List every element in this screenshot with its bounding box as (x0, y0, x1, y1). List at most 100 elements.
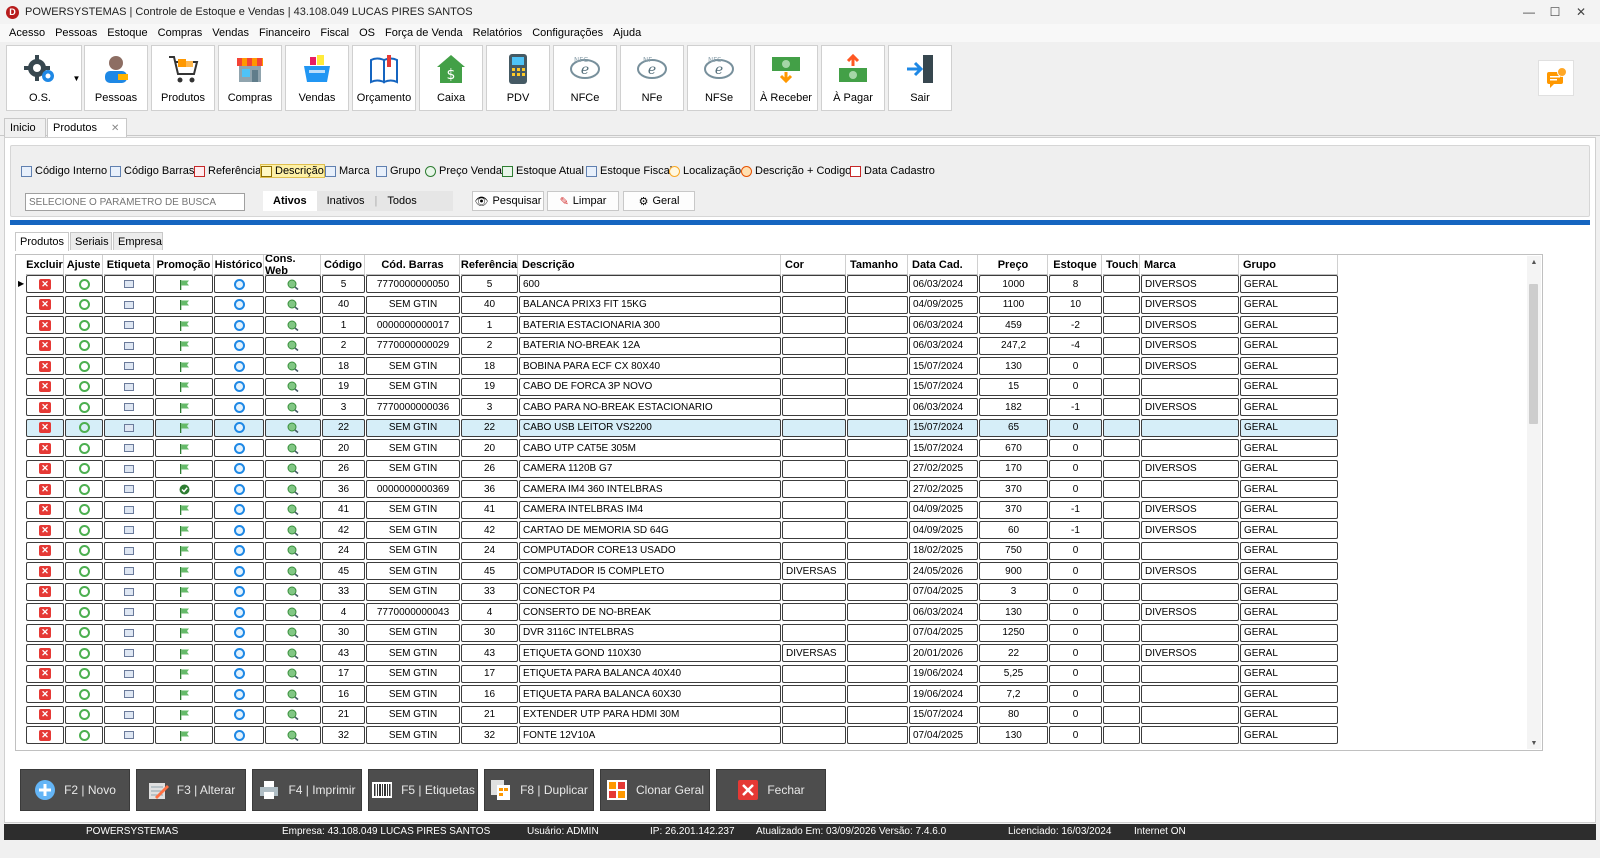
table-row[interactable]: ✕ 21 SEM GTIN 21 EXTENDER UTP PARA HDMI 30M 1… (16, 705, 1356, 725)
cell-promocao[interactable] (155, 603, 213, 621)
cell-historico[interactable] (214, 459, 264, 478)
cell-etiqueta[interactable] (104, 664, 154, 683)
cell-historico[interactable] (214, 398, 264, 416)
table-row[interactable]: ✕ 30 SEM GTIN 30 DVR 3116C INTELBRAS 07/04/20… (16, 623, 1356, 643)
search-option-codigo-barras[interactable]: Código Barras (110, 164, 194, 178)
cell-cons-web[interactable] (265, 377, 321, 396)
cell-historico[interactable] (214, 685, 264, 703)
cell-cons-web[interactable] (265, 459, 321, 478)
cell-cons-web[interactable] (265, 521, 321, 539)
menu-forca-de-venda[interactable]: Força de Venda (380, 27, 468, 39)
column-header-cons-web[interactable]: Cons. Web (265, 255, 321, 277)
menu-vendas[interactable]: Vendas (207, 27, 254, 39)
cell-etiqueta[interactable] (104, 582, 154, 601)
column-header-cor[interactable]: Cor (782, 255, 846, 275)
cell-etiqueta[interactable] (104, 685, 154, 703)
cell-excluir[interactable]: ✕ (26, 664, 64, 683)
cell-etiqueta[interactable] (104, 336, 154, 355)
cell-ajuste[interactable] (65, 439, 103, 457)
search-option-estoque-atual[interactable]: Estoque Atual (502, 164, 584, 178)
clonar-geral-button[interactable]: Clonar Geral (600, 769, 710, 811)
cell-excluir[interactable]: ✕ (26, 439, 64, 457)
limpar-button[interactable]: ✎ Limpar (547, 191, 619, 211)
cell-excluir[interactable]: ✕ (26, 644, 64, 662)
cell-cons-web[interactable] (265, 500, 321, 519)
cell-historico[interactable] (214, 644, 264, 662)
filter-inativos[interactable]: Inativos (317, 195, 375, 207)
cell-etiqueta[interactable] (104, 459, 154, 478)
menu-estoque[interactable]: Estoque (102, 27, 152, 39)
toolbar-os-button[interactable]: O.S. (6, 45, 74, 111)
cell-cons-web[interactable] (265, 623, 321, 642)
cell-ajuste[interactable] (65, 295, 103, 314)
subtab-empresa[interactable]: Empresa (113, 232, 163, 250)
cell-cons-web[interactable] (265, 726, 321, 744)
fechar-button[interactable]: Fechar (716, 769, 826, 811)
table-row[interactable]: ✕ 20 SEM GTIN 20 CABO UTP CAT5E 305M 15/07/20… (16, 438, 1356, 458)
geral-button[interactable]: ⚙ Geral (623, 191, 695, 211)
cell-ajuste[interactable] (65, 316, 103, 334)
cell-promocao[interactable] (155, 480, 213, 498)
search-option-preco-venda[interactable]: Preço Venda (425, 164, 502, 178)
cell-promocao[interactable] (155, 418, 213, 437)
cell-cons-web[interactable] (265, 644, 321, 662)
cell-cons-web[interactable] (265, 541, 321, 560)
column-header-etiqueta[interactable]: Etiqueta (104, 255, 154, 275)
table-row[interactable]: ✕ 36 0000000000369 36 CAMERA IM4 360 INTELBR… (16, 479, 1356, 499)
cell-excluir[interactable]: ✕ (26, 316, 64, 334)
cell-ajuste[interactable] (65, 726, 103, 744)
cell-historico[interactable] (214, 357, 264, 375)
cell-etiqueta[interactable] (104, 480, 154, 498)
cell-cons-web[interactable] (265, 439, 321, 457)
cell-etiqueta[interactable] (104, 316, 154, 334)
cell-promocao[interactable] (155, 357, 213, 375)
close-window-icon[interactable]: ✕ (1570, 3, 1592, 21)
table-row[interactable]: ✕ 41 SEM GTIN 41 CAMERA INTELBRAS IM4 04/09/2… (16, 500, 1356, 520)
cell-cons-web[interactable] (265, 582, 321, 601)
cell-excluir[interactable]: ✕ (26, 500, 64, 519)
cell-promocao[interactable] (155, 439, 213, 457)
cell-cons-web[interactable] (265, 664, 321, 683)
column-header-cod-barras[interactable]: Cód. Barras (366, 255, 460, 275)
cell-promocao[interactable] (155, 398, 213, 416)
cell-cons-web[interactable] (265, 316, 321, 334)
os-dropdown-button[interactable]: ▼ (72, 45, 82, 111)
table-row[interactable]: ✕ 16 SEM GTIN 16 ETIQUETA PARA BALANCA 60X30… (16, 684, 1356, 704)
cell-ajuste[interactable] (65, 480, 103, 498)
search-option-marca[interactable]: Marca (325, 164, 370, 178)
maximize-icon[interactable]: ☐ (1544, 3, 1566, 21)
cell-excluir[interactable]: ✕ (26, 459, 64, 478)
column-header-data-cad[interactable]: Data Cad. (909, 255, 978, 275)
table-row[interactable]: ✕ 1 0000000000017 1 BATERIA ESTACIONARIA 300… (16, 315, 1356, 335)
menu-os[interactable]: OS (354, 27, 380, 39)
cell-ajuste[interactable] (65, 623, 103, 642)
column-header-preco[interactable]: Preço (979, 255, 1048, 275)
cell-ajuste[interactable] (65, 582, 103, 601)
cell-etiqueta[interactable] (104, 541, 154, 560)
cell-cons-web[interactable] (265, 336, 321, 355)
column-header-tamanho[interactable]: Tamanho (847, 255, 908, 275)
cell-promocao[interactable] (155, 377, 213, 396)
menu-acesso[interactable]: Acesso (4, 27, 50, 39)
cell-excluir[interactable]: ✕ (26, 685, 64, 703)
cell-ajuste[interactable] (65, 357, 103, 375)
cell-historico[interactable] (214, 582, 264, 601)
cell-excluir[interactable]: ✕ (26, 295, 64, 314)
column-header-historico[interactable]: Histórico (214, 255, 264, 275)
cell-excluir[interactable]: ✕ (26, 418, 64, 437)
toolbar-produtos-button[interactable]: Produtos (151, 45, 215, 111)
toolbar-pessoas-button[interactable]: Pessoas (84, 45, 148, 111)
cell-etiqueta[interactable] (104, 418, 154, 437)
cell-etiqueta[interactable] (104, 377, 154, 396)
cell-excluir[interactable]: ✕ (26, 521, 64, 539)
cell-etiqueta[interactable] (104, 705, 154, 724)
table-row[interactable]: ✕ 32 SEM GTIN 32 FONTE 12V10A 07/04/2025 130 0 G… (16, 725, 1356, 745)
cell-etiqueta[interactable] (104, 439, 154, 457)
table-row[interactable]: ✕ 24 SEM GTIN 24 COMPUTADOR CORE13 USADO 18/0… (16, 541, 1356, 561)
cell-excluir[interactable]: ✕ (26, 541, 64, 560)
menu-ajuda[interactable]: Ajuda (608, 27, 646, 39)
cell-etiqueta[interactable] (104, 603, 154, 621)
cell-historico[interactable] (214, 480, 264, 498)
column-header-promocao[interactable]: Promoção (155, 255, 213, 275)
cell-historico[interactable] (214, 336, 264, 355)
